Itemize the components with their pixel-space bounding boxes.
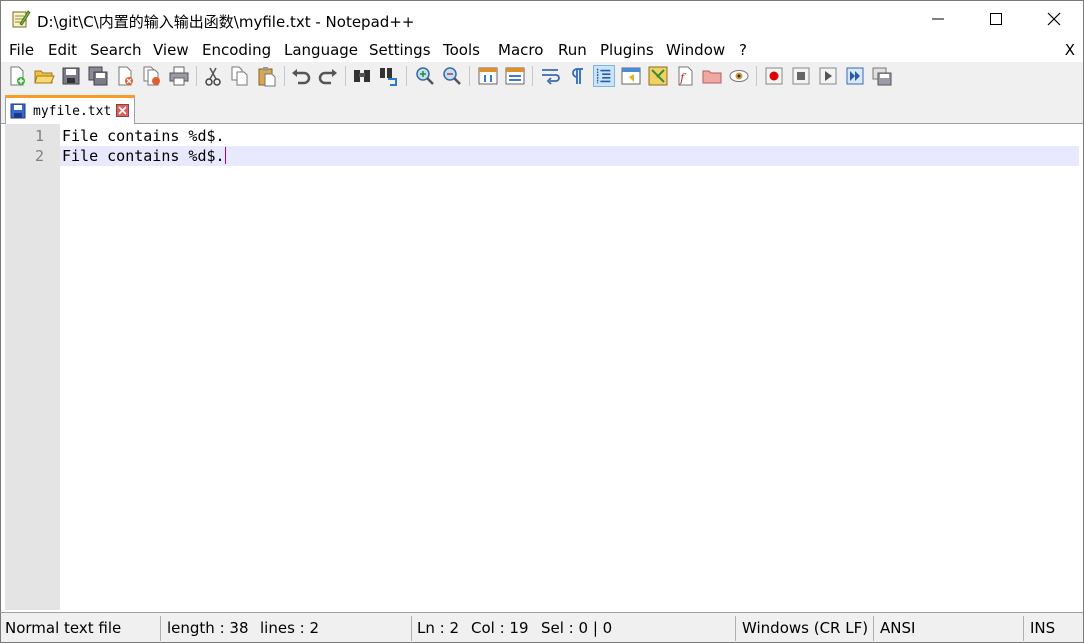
close-all-icon[interactable] <box>141 65 163 87</box>
saved-state-icon <box>10 103 26 119</box>
line-number-gutter: 1 2 <box>5 124 60 610</box>
status-separator <box>411 616 412 641</box>
record-macro-icon[interactable] <box>763 65 785 87</box>
minimize-button[interactable] <box>909 1 967 37</box>
code-line-text: File contains %d$. <box>62 147 225 165</box>
toolbar-separator <box>345 66 346 86</box>
status-length: length : 38 <box>167 619 249 637</box>
paste-icon[interactable] <box>256 65 278 87</box>
save-all-icon[interactable] <box>87 65 109 87</box>
open-file-icon[interactable] <box>33 65 55 87</box>
status-insert-mode[interactable]: INS <box>1030 619 1055 637</box>
close-document-button[interactable]: X <box>1065 41 1075 59</box>
save-icon[interactable] <box>60 65 82 87</box>
tab-label: myfile.txt <box>33 104 112 119</box>
menu-window[interactable]: Window <box>666 41 725 59</box>
notepad-plus-plus-icon <box>12 10 31 28</box>
new-file-icon[interactable] <box>6 65 28 87</box>
show-all-chars-icon[interactable] <box>566 65 588 87</box>
title-bar: D:\git\C\内置的输入输出函数\myfile.txt - Notepad+… <box>0 0 1084 38</box>
indent-guide-icon[interactable] <box>593 65 615 87</box>
menu-help[interactable]: ? <box>739 41 747 59</box>
play-macro-icon[interactable] <box>817 65 839 87</box>
menu-search[interactable]: Search <box>90 41 142 59</box>
minimize-icon <box>932 18 944 20</box>
status-lines: lines : 2 <box>260 619 320 637</box>
toolbar-separator <box>532 66 533 86</box>
cut-icon[interactable] <box>202 65 224 87</box>
tab-bar: myfile.txt <box>0 90 1084 125</box>
menu-settings[interactable]: Settings <box>369 41 431 59</box>
editor-area[interactable]: 1 2 File contains %d$. File contains %d$… <box>0 124 1084 612</box>
code-line[interactable]: File contains %d$. <box>60 126 1079 146</box>
udl-icon[interactable] <box>620 65 642 87</box>
zoom-out-icon[interactable] <box>441 65 463 87</box>
status-ln: Ln : 2 <box>417 619 459 637</box>
toolbar-separator <box>756 66 757 86</box>
zoom-in-icon[interactable] <box>414 65 436 87</box>
find-icon[interactable] <box>351 65 373 87</box>
close-icon <box>1047 12 1061 26</box>
code-line-text: File contains %d$. <box>62 127 225 145</box>
menu-run[interactable]: Run <box>558 41 587 59</box>
status-file-type: Normal text file <box>5 619 122 637</box>
status-col: Col : 19 <box>471 619 529 637</box>
function-list-icon[interactable]: f <box>674 65 696 87</box>
maximize-button[interactable] <box>967 1 1025 37</box>
close-window-button[interactable] <box>1025 1 1083 37</box>
toolbar-separator <box>406 66 407 86</box>
current-code-line[interactable]: File contains %d$. <box>60 146 1079 166</box>
redo-icon[interactable] <box>317 65 339 87</box>
folder-workspace-icon[interactable] <box>701 65 723 87</box>
doc-map-icon[interactable] <box>647 65 669 87</box>
window-title: D:\git\C\内置的输入输出函数\myfile.txt - Notepad+… <box>37 13 415 31</box>
menu-macro[interactable]: Macro <box>498 41 543 59</box>
toolbar-separator <box>284 66 285 86</box>
status-separator <box>160 616 161 641</box>
menu-language[interactable]: Language <box>284 41 358 59</box>
menu-edit[interactable]: Edit <box>48 41 77 59</box>
status-sel: Sel : 0 | 0 <box>541 619 613 637</box>
maximize-icon <box>990 13 1002 25</box>
print-icon[interactable] <box>168 65 190 87</box>
run-macro-multiple-icon[interactable] <box>844 65 866 87</box>
toolbar-separator <box>196 66 197 86</box>
status-separator <box>735 616 736 641</box>
tab-close-icon[interactable] <box>116 104 129 117</box>
stop-macro-icon[interactable] <box>790 65 812 87</box>
menu-file[interactable]: File <box>9 41 34 59</box>
status-separator <box>873 616 874 641</box>
save-macro-icon[interactable] <box>871 65 893 87</box>
close-icon[interactable] <box>114 65 136 87</box>
menu-plugins[interactable]: Plugins <box>600 41 654 59</box>
text-caret <box>224 147 226 164</box>
menu-tools[interactable]: Tools <box>443 41 480 59</box>
sync-vertical-icon[interactable] <box>477 65 499 87</box>
sync-horizontal-icon[interactable] <box>504 65 526 87</box>
menu-encoding[interactable]: Encoding <box>202 41 271 59</box>
replace-icon[interactable] <box>378 65 400 87</box>
word-wrap-icon[interactable] <box>539 65 561 87</box>
menu-view[interactable]: View <box>153 41 189 59</box>
undo-icon[interactable] <box>290 65 312 87</box>
line-number: 2 <box>34 147 44 165</box>
toolbar-separator <box>469 66 470 86</box>
status-encoding[interactable]: ANSI <box>880 619 915 637</box>
menu-bar: File Edit Search View Encoding Language … <box>0 38 1084 62</box>
status-eol[interactable]: Windows (CR LF) <box>742 619 868 637</box>
line-number: 1 <box>34 127 44 145</box>
tab-myfile[interactable]: myfile.txt <box>5 95 135 125</box>
copy-icon[interactable] <box>229 65 251 87</box>
status-bar: Normal text file length : 38 lines : 2 L… <box>0 612 1084 643</box>
monitoring-icon[interactable] <box>728 65 750 87</box>
toolbar: f <box>0 62 1084 90</box>
status-separator <box>1023 616 1024 641</box>
